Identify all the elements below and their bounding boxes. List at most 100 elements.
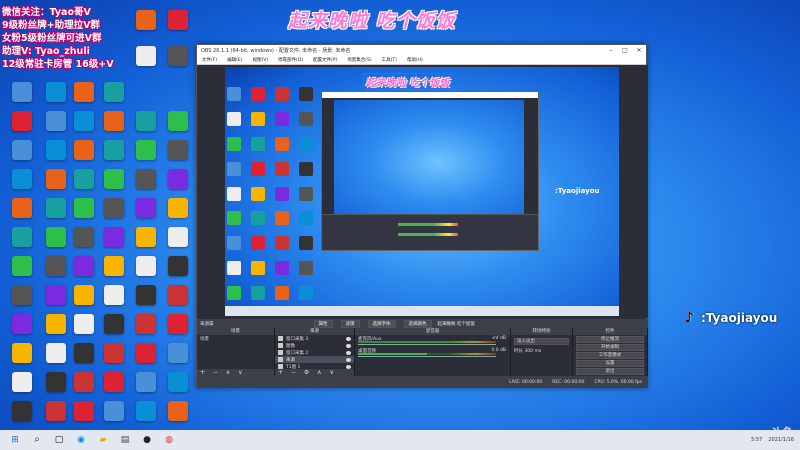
menu-file[interactable]: 文件(F) [202, 57, 217, 63]
canvas-app-icon [251, 87, 265, 101]
canvas-app-icon [227, 87, 241, 101]
task-view-icon[interactable]: ▢ [52, 433, 66, 447]
canvas-app-icon [251, 186, 265, 201]
clock-time[interactable]: 5:57 [751, 437, 762, 443]
cpu-fps: CPU: 5.0%, 60.00 fps [594, 379, 643, 385]
select-font-button[interactable]: 选择字体 [367, 319, 396, 328]
search-icon[interactable]: ⌕ [30, 433, 44, 447]
windows-taskbar: ⊞ ⌕ ▢ ◉ ▰ ▤ ● ◍ 5:57 2021/1/16 [0, 430, 800, 450]
transition-duration[interactable]: 时长 300 ms [511, 348, 572, 354]
clock-date[interactable]: 2021/1/16 [768, 437, 794, 443]
explorer-icon[interactable]: ▰ [96, 433, 110, 447]
canvas-app-icon [275, 261, 289, 276]
source-item[interactable]: 图像 [275, 342, 354, 349]
canvas-app-icon [299, 136, 313, 151]
menu-docks[interactable]: 停靠部件(D) [278, 57, 303, 63]
canvas-app-icon [299, 286, 313, 301]
canvas-app-icon [227, 186, 241, 201]
canvas-app-icon [275, 161, 289, 176]
scene-item[interactable]: 场景 [197, 335, 274, 342]
canvas-app-icon [299, 161, 313, 176]
scene-label: 来源属 [200, 321, 214, 327]
obs-taskbar-icon[interactable]: ● [140, 433, 154, 447]
studio-mode-button[interactable]: 工作室模式 [576, 352, 644, 359]
settings-button[interactable]: 设置 [576, 360, 644, 367]
overlay-line: 12级常驻卡房管 16级+V [2, 59, 114, 70]
canvas-app-icon [275, 87, 289, 101]
canvas-app-icon [251, 211, 265, 226]
maximize-icon[interactable]: □ [618, 47, 632, 54]
overlay-line: 女粉5级粉丝牌可进V群 [2, 33, 102, 44]
system-tray: 5:57 2021/1/16 [751, 437, 794, 443]
menu-profile[interactable]: 配置文件(P) [313, 57, 337, 63]
canvas-taskbar [225, 306, 619, 316]
transitions-dock: 转场特效 淡入淡出 时长 300 ms [511, 328, 573, 376]
preview-canvas: 起来晚啦 吃个饭饭 :Tyaojiayou [225, 67, 619, 316]
desktop-app-icon[interactable] [128, 44, 164, 84]
stop-streaming-button[interactable]: 停止推流 [576, 336, 644, 343]
overlay-line: 9级粉丝牌+助理拉V群 [2, 20, 100, 31]
source-item-selected[interactable]: 来源 [275, 356, 354, 363]
filters-button[interactable]: 滤镜 [340, 319, 360, 328]
stream-banner: 起来晚啦 吃个饭饭 [288, 10, 456, 32]
scene-tools[interactable]: + − ∧ ∨ [197, 369, 274, 376]
live-time: LIVE: 00:00:00 [509, 379, 543, 385]
exit-button[interactable]: 退出 [576, 368, 644, 375]
source-tools[interactable]: + − ⚙ ∧ ∨ [275, 369, 354, 376]
mixer-header: 混音器 [355, 328, 510, 335]
canvas-app-icon [227, 261, 241, 276]
canvas-app-icon [275, 236, 289, 251]
close-icon[interactable]: ✕ [632, 47, 646, 54]
start-icon[interactable]: ⊞ [8, 433, 22, 447]
canvas-icon-grid [227, 87, 317, 307]
canvas-app-icon [275, 111, 289, 126]
canvas-app-icon [299, 186, 313, 201]
controls-dock: 控件 停止推流 开始录制 工作室模式 设置 退出 [573, 328, 648, 376]
start-recording-button[interactable]: 开始录制 [576, 344, 644, 351]
canvas-app-icon [227, 161, 241, 176]
overlay-line: 助理V: Tyao_zhuli [2, 46, 90, 57]
properties-button[interactable]: 属性 [313, 319, 333, 328]
select-color-button[interactable]: 选择颜色 [403, 319, 432, 328]
scenes-dock: 场景 场景 + − ∧ ∨ [197, 328, 275, 376]
menu-view[interactable]: 视图(V) [252, 57, 268, 63]
tiktok-handle: :Tyaojiayou [701, 311, 778, 325]
tiktok-watermark: ♪ :Tyaojiayou [685, 310, 777, 326]
canvas-app-icon [251, 136, 265, 151]
source-item[interactable]: 窗口采集 3 [275, 335, 354, 342]
nested-obs-preview [321, 91, 539, 251]
canvas-app-icon [299, 261, 313, 276]
audio-mixer-dock: 混音器 麦克风/Aux -inf dB 桌面音频 0.0 dB [355, 328, 511, 376]
obs-docks: 场景 场景 + − ∧ ∨ 来源 窗口采集 3 图像 窗口采集 2 来源 T1图… [197, 328, 648, 376]
canvas-app-icon [251, 111, 265, 126]
menu-scene-collection[interactable]: 场景集合(S) [347, 57, 371, 63]
obs-titlebar[interactable]: OBS 26.1.1 (64-bit, windows) - 配置文件: 未命名… [197, 45, 646, 56]
menu-help[interactable]: 帮助(H) [407, 57, 423, 63]
rec-time: REC: 00:00:00 [552, 379, 585, 385]
mixer-track[interactable]: 桌面音频 0.0 dB [355, 347, 510, 359]
canvas-banner: 起来晚啦 吃个饭饭 [363, 73, 453, 90]
obs-title: OBS 26.1.1 (64-bit, windows) - 配置文件: 未命名… [201, 48, 351, 54]
obs-window[interactable]: OBS 26.1.1 (64-bit, windows) - 配置文件: 未命名… [196, 44, 648, 388]
source-item[interactable]: 窗口采集 2 [275, 349, 354, 356]
canvas-app-icon [299, 87, 313, 101]
canvas-app-icon [299, 236, 313, 251]
sources-dock: 来源 窗口采集 3 图像 窗口采集 2 来源 T1图 1 + − ⚙ ∧ ∨ [275, 328, 355, 376]
overlay-line: 微信关注：Tyao哥V [2, 7, 91, 18]
transition-select[interactable]: 淡入淡出 [514, 338, 569, 345]
edge-icon[interactable]: ◉ [74, 433, 88, 447]
canvas-app-icon [251, 236, 265, 251]
desktop-app-icon[interactable] [160, 44, 196, 84]
obs-preview[interactable]: 起来晚啦 吃个饭饭 :Tyaojiayou [197, 65, 648, 318]
chrome-icon[interactable]: ◍ [162, 433, 176, 447]
menu-tools[interactable]: 工具(T) [382, 57, 397, 63]
canvas-app-icon [227, 236, 241, 251]
menu-edit[interactable]: 编辑(E) [227, 57, 242, 63]
minimize-icon[interactable]: – [604, 47, 618, 54]
mixer-track[interactable]: 麦克风/Aux -inf dB [355, 335, 510, 347]
controls-header: 控件 [573, 328, 647, 335]
store-icon[interactable]: ▤ [118, 433, 132, 447]
desktop-app-icon[interactable] [128, 8, 164, 48]
canvas-app-icon [275, 286, 289, 301]
desktop-app-icon[interactable] [160, 8, 196, 48]
